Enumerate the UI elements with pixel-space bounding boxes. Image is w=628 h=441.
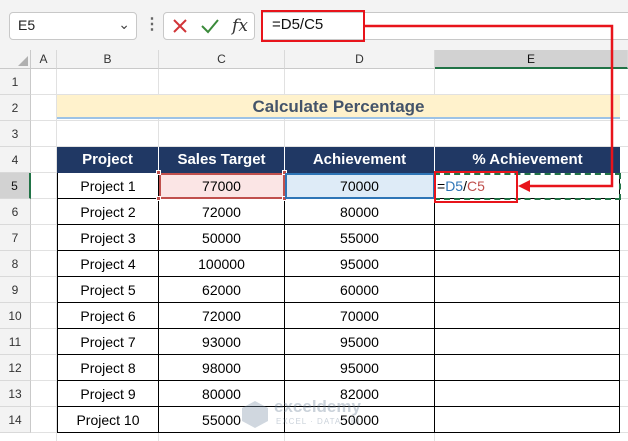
exceldemy-logo-icon (242, 401, 268, 428)
watermark-tagline: EXCEL · DATA · BI (276, 417, 361, 426)
callout-arrow (365, 24, 614, 192)
exceldemy-watermark: exceldemy EXCEL · DATA · BI (240, 396, 390, 432)
watermark-name: exceldemy (274, 397, 361, 416)
